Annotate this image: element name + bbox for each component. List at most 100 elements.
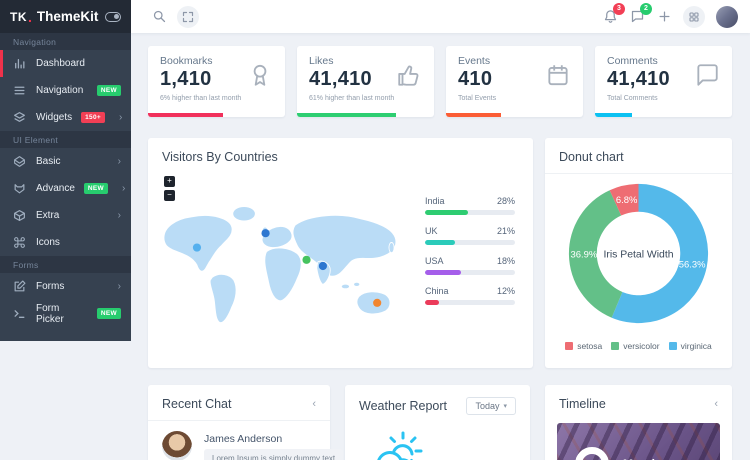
timeline-image[interactable]: Monday (557, 423, 720, 460)
message-icon[interactable]: 2 (629, 2, 652, 25)
stat-progress (297, 113, 434, 117)
chevron-left-icon[interactable]: ‹ (714, 398, 718, 410)
sidebar-item-label: Form Picker (36, 302, 64, 325)
legend-label: setosa (577, 341, 603, 351)
donut-label-setosa: 6.8% (616, 195, 638, 206)
sidebar-item-dashboard[interactable]: Dashboard (0, 50, 131, 77)
sidebar-item-label: Icons (36, 237, 60, 248)
mask-icon (13, 182, 27, 196)
country-progress (425, 210, 515, 215)
legend-swatch (565, 342, 574, 350)
fullscreen-icon[interactable] (177, 5, 199, 28)
apps-grid-icon[interactable] (683, 5, 705, 28)
sidebar-item-form-picker[interactable]: Form Picker NEW (0, 300, 131, 327)
notification-count-badge: 3 (613, 2, 625, 15)
sun-cloud-icon (377, 431, 423, 460)
codepen-icon (13, 155, 27, 169)
chat-user-avatar[interactable] (162, 431, 192, 460)
chevron-right-icon: › (118, 112, 123, 123)
donut-label-versicolor: 36.9% (570, 249, 597, 260)
message-count-badge: 2 (640, 2, 652, 15)
country-row: India 28% (425, 196, 515, 215)
map-marker-australia (373, 298, 382, 307)
country-percent: 18% (496, 256, 515, 266)
new-badge: NEW (96, 85, 121, 96)
command-icon (13, 236, 27, 250)
stat-subtext: Total Comments (607, 95, 658, 102)
chat-title: Recent Chat (162, 397, 232, 411)
edit-icon (13, 280, 27, 294)
legend-swatch (611, 342, 620, 350)
sidebar-section-forms: Forms (0, 256, 131, 273)
donut-chart[interactable]: 6.8% 36.9% 56.3% Iris Petal Width (557, 172, 720, 335)
sidebar-item-navigation[interactable]: Navigation NEW (0, 77, 131, 104)
country-name: China (425, 286, 449, 296)
search-icon[interactable] (151, 9, 167, 25)
sidebar-collapse-toggle-icon[interactable] (105, 11, 121, 22)
layers-icon (13, 111, 27, 125)
country-progress (425, 270, 515, 275)
divider (148, 420, 330, 421)
sidebar-item-forms[interactable]: Forms › (0, 273, 131, 300)
bell-icon[interactable]: 3 (602, 2, 625, 25)
world-map[interactable] (156, 194, 412, 340)
brand-dot: . (28, 8, 32, 25)
legend-item-setosa[interactable]: setosa (565, 341, 602, 351)
chat-user-name: James Anderson (204, 433, 283, 445)
legend-label: versicolor (623, 341, 660, 351)
map-marker-india (318, 261, 328, 271)
legend-item-versicolor[interactable]: versicolor (611, 341, 660, 351)
chat-message: Lorem Ipsum is simply dummy text (204, 449, 344, 460)
stat-subtext: Total Events (458, 95, 497, 102)
chevron-right-icon: › (117, 281, 121, 292)
country-progress (425, 240, 515, 245)
thumbs-up-icon (396, 62, 422, 88)
sidebar-item-widgets[interactable]: Widgets 150+ › (0, 104, 131, 131)
brand: TK . ThemeKit (0, 0, 131, 33)
sidebar-item-label: Extra (36, 210, 60, 221)
country-progress (425, 300, 515, 305)
country-percent: 12% (496, 286, 515, 296)
chevron-left-icon[interactable]: ‹ (312, 398, 316, 410)
donut-title: Donut chart (559, 150, 624, 164)
chevron-right-icon: › (122, 183, 126, 194)
menu-icon (13, 84, 27, 98)
stat-subtext: 6% higher than last month (160, 95, 242, 102)
map-marker-middle-east (302, 255, 311, 264)
donut-card: Donut chart 6.8% 36.9% 56.3% Iris Petal … (545, 138, 732, 368)
sidebar-section-navigation: Navigation (0, 33, 131, 50)
donut-label-virginica: 56.3% (679, 259, 706, 270)
weather-range-select[interactable]: Today ▾ (466, 397, 516, 415)
sidebar-item-icons[interactable]: Icons (0, 229, 131, 256)
sidebar: TK . ThemeKit Navigation Dashboard Navig… (0, 0, 131, 341)
country-percent: 21% (496, 226, 515, 236)
box-icon (13, 209, 27, 223)
user-avatar[interactable] (716, 5, 738, 28)
legend-label: virginica (680, 341, 712, 351)
country-name: UK (425, 226, 438, 236)
sidebar-item-advance[interactable]: Advance NEW › (0, 175, 131, 202)
stat-progress (148, 113, 285, 117)
map-zoom-in-button[interactable]: + (164, 176, 175, 187)
chevron-down-icon: ▾ (503, 403, 507, 410)
topbar: 3 2 (131, 0, 750, 33)
sidebar-item-extra[interactable]: Extra › (0, 202, 131, 229)
stat-progress (446, 113, 583, 117)
sidebar-item-label: Navigation (36, 85, 84, 96)
brand-name: ThemeKit (36, 9, 99, 24)
country-row: USA 18% (425, 256, 515, 275)
stat-card-bookmarks: Bookmarks 1,410 6% higher than last mont… (148, 46, 285, 117)
sidebar-item-basic[interactable]: Basic › (0, 148, 131, 175)
stat-progress (595, 113, 732, 117)
sidebar-item-label: Advance (36, 183, 75, 194)
weather-range-value: Today (475, 401, 500, 411)
legend-item-virginica[interactable]: virginica (668, 341, 712, 351)
chevron-right-icon: › (117, 156, 121, 167)
bar-chart-icon (13, 57, 27, 71)
legend-swatch (668, 342, 677, 350)
stat-subtext: 61% higher than last month (309, 95, 395, 102)
sidebar-section-ui-element: UI Element (0, 131, 131, 148)
plus-icon[interactable] (656, 9, 672, 25)
country-row: UK 21% (425, 226, 515, 245)
timeline-title: Timeline (559, 397, 606, 411)
